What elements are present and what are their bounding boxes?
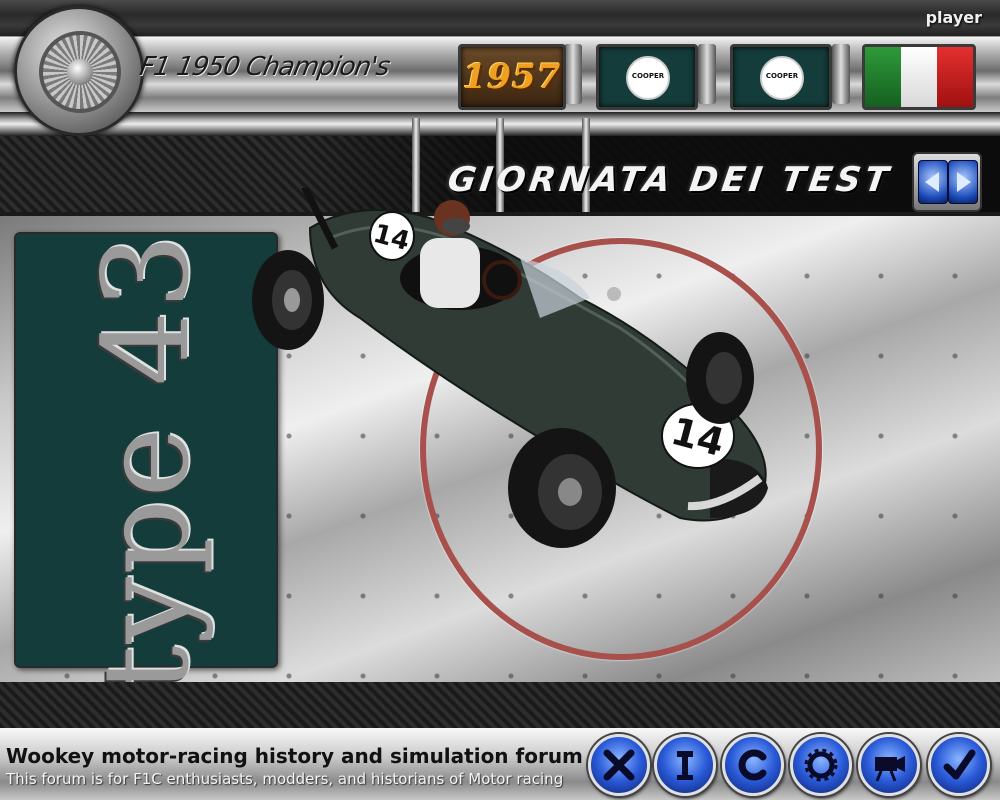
wire-wheel-logo xyxy=(14,6,144,136)
cooper-logo-icon: COOPER xyxy=(760,56,804,100)
carbon-fiber-strip-bottom xyxy=(0,682,1000,731)
setup-button[interactable] xyxy=(654,734,716,796)
flag-green-stripe xyxy=(865,47,901,107)
wrench-icon xyxy=(677,751,693,780)
panel-separator xyxy=(564,44,582,104)
car-number-rear: 14 xyxy=(369,211,415,261)
car-model-label: type 43 xyxy=(77,231,215,693)
wheel-hub-icon xyxy=(67,59,93,85)
season-year: 1957 xyxy=(462,57,562,97)
game-title: F1 1950 Champion's xyxy=(137,52,392,82)
check-icon xyxy=(943,749,976,780)
player-label[interactable]: player xyxy=(926,8,982,27)
garage-button[interactable] xyxy=(722,734,784,796)
x-icon xyxy=(603,749,635,781)
c-icon xyxy=(738,749,767,781)
top-strip xyxy=(0,0,1000,36)
engine-button[interactable] xyxy=(790,734,852,796)
nation-flag-italy xyxy=(862,44,976,110)
session-selector xyxy=(912,152,982,212)
arrow-left-icon[interactable] xyxy=(918,160,948,204)
front-left-wheel xyxy=(508,428,616,548)
wheel-spokes-icon xyxy=(39,31,121,113)
flag-red-stripe xyxy=(937,47,973,107)
team-logo-text: COOPER xyxy=(765,72,799,80)
car-model-panel: type 43 xyxy=(14,232,278,693)
rear-left-wheel xyxy=(252,250,324,350)
gear-icon xyxy=(804,748,838,782)
panel-separator xyxy=(832,44,850,104)
season-year-panel: 1957 xyxy=(458,44,566,110)
flag-white-stripe xyxy=(901,47,937,107)
panel-separator xyxy=(698,44,716,104)
arrow-right-icon[interactable] xyxy=(948,160,978,204)
camera-icon xyxy=(875,756,905,782)
camera-button[interactable] xyxy=(858,734,920,796)
race-car-image[interactable]: 14 14 xyxy=(240,188,800,568)
team-logo-text: COOPER xyxy=(631,72,665,80)
exit-button[interactable] xyxy=(588,734,650,796)
forum-title[interactable]: Wookey motor-racing history and simulati… xyxy=(6,744,583,768)
rear-right-wheel xyxy=(686,332,754,424)
team-logo-panel: COOPER xyxy=(596,44,698,110)
confirm-button[interactable] xyxy=(928,734,990,796)
engine-logo-panel: COOPER xyxy=(730,44,832,110)
forum-subtitle: This forum is for F1C enthusiasts, modde… xyxy=(6,770,564,788)
cooper-logo-icon: COOPER xyxy=(626,56,670,100)
